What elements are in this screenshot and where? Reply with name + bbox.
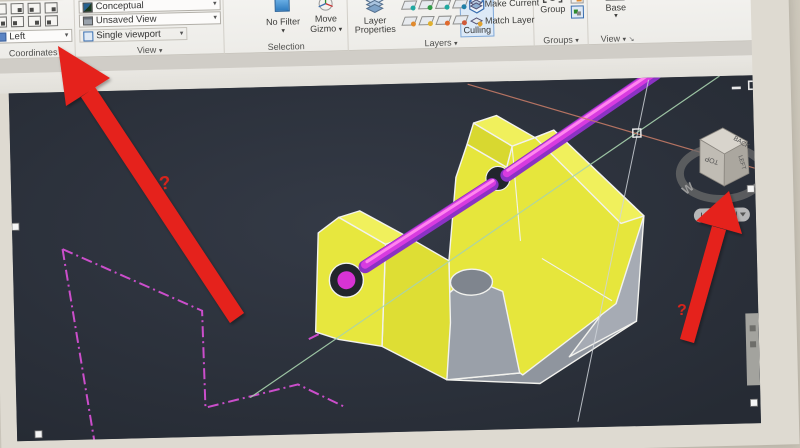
- visual-style-value: Conceptual: [95, 0, 144, 13]
- no-filter-cube-icon: [274, 0, 290, 12]
- panel-view: Conceptual ▾ Unsaved View ▾ Single viewp…: [74, 0, 225, 58]
- move-gizmo-button[interactable]: Move Gizmo ▾: [305, 0, 346, 41]
- layer-tool-icon[interactable]: [434, 0, 452, 10]
- view-name-dropdown[interactable]: Unsaved View ▾: [78, 11, 222, 28]
- layer-props-label-bottom: Properties: [354, 23, 396, 35]
- named-ucs-dropdown[interactable]: Left ▾: [0, 28, 73, 44]
- ucs-cube-icon: [0, 32, 7, 42]
- chevron-down-icon: ▾: [213, 14, 218, 22]
- chevron-down-icon: ▾: [179, 30, 184, 38]
- grip[interactable]: [750, 398, 758, 407]
- viewport-config-button[interactable]: Single viewport ▾: [79, 27, 188, 43]
- view-name-icon: [82, 16, 94, 26]
- view-name-value: Unsaved View: [95, 13, 157, 27]
- group-label: Group: [540, 3, 566, 15]
- make-current-icon: [469, 0, 483, 10]
- panel-label-view-create: View ▾ ↘: [600, 33, 635, 44]
- dialog-launcher-icon: ↘: [628, 36, 635, 44]
- layer-tool-icon[interactable]: [400, 0, 418, 11]
- layer-properties-icon: [365, 0, 384, 13]
- visual-style-icon: [82, 1, 93, 13]
- chevron-down-icon: ▾: [64, 31, 69, 40]
- ucs-dropdown-value: Left: [9, 30, 26, 43]
- layer-tool-icon[interactable]: [418, 15, 435, 27]
- chevron-down-icon: ▾: [212, 0, 217, 8]
- ucs-pill-label: Unnamed: [700, 210, 737, 221]
- viewport-config-value: Single viewport: [96, 28, 161, 42]
- move-gizmo-icon: [318, 0, 333, 11]
- ucs-icon[interactable]: [27, 2, 41, 14]
- layer-tool-icon[interactable]: [417, 0, 435, 11]
- ucs-icon[interactable]: [44, 2, 58, 14]
- panel-groups: Group Groups ▾: [533, 0, 589, 47]
- no-filter-button[interactable]: No Filter ▾: [262, 0, 303, 42]
- ucs-icon[interactable]: [10, 3, 24, 15]
- minimize-icon[interactable]: [731, 86, 741, 90]
- canvas: W S BACK TOP LEFT Unnamed: [8, 67, 768, 442]
- chevron-down-icon: ▾: [614, 12, 618, 20]
- chevron-down-icon: ▾: [454, 40, 458, 48]
- chevron-down-icon: ▾: [158, 47, 163, 55]
- grip[interactable]: [746, 184, 755, 193]
- model-space-viewport[interactable]: W S BACK TOP LEFT Unnamed: [8, 67, 768, 442]
- layer-tool-icon[interactable]: [435, 15, 452, 26]
- make-current-button[interactable]: Make Current: [485, 0, 540, 9]
- layer-properties-button[interactable]: Layer Properties: [350, 0, 399, 40]
- panel-selection: Culling No Filter ▾ Move Gizmo ▾ Selecti…: [223, 0, 495, 55]
- scrollbar[interactable]: [745, 313, 761, 386]
- layer-tool-icon[interactable]: [452, 15, 469, 26]
- layer-lock-icon[interactable]: [451, 0, 469, 10]
- ucs-icon[interactable]: [0, 16, 8, 28]
- chevron-down-icon: ▾: [338, 26, 343, 34]
- ucs-icon[interactable]: [27, 15, 42, 27]
- panel-layers: Layer Properties Make Current Match Laye…: [347, 0, 539, 52]
- ucs-icon[interactable]: [10, 16, 25, 28]
- match-layer-icon: [470, 17, 484, 27]
- panel-view-create: Base ▾ View ▾ ↘: [587, 0, 646, 45]
- base-view-icon: [605, 0, 625, 1]
- photo-of-screen: Left ▾ Coordinates Conceptual ▾ Unsaved …: [0, 0, 800, 448]
- panel-label-coordinates: Coordinates: [8, 47, 58, 59]
- chevron-down-icon: ▾: [281, 27, 286, 35]
- viewport-config-icon: [83, 30, 94, 42]
- autocad-window: Left ▾ Coordinates Conceptual ▾ Unsaved …: [0, 0, 800, 448]
- group-edit-icon[interactable]: [570, 0, 584, 4]
- scrollbar-glyph: [749, 341, 757, 348]
- ucs-icon[interactable]: [44, 15, 59, 27]
- match-layer-button[interactable]: Match Layer: [485, 15, 535, 26]
- group-button[interactable]: Group: [537, 0, 568, 19]
- gizmo-label-bottom: Gizmo ▾: [310, 23, 343, 35]
- scrollbar-glyph: [749, 325, 756, 332]
- chevron-down-icon: ▾: [622, 36, 627, 44]
- saddle-groove[interactable]: [449, 268, 494, 296]
- grip[interactable]: [11, 222, 20, 231]
- group-icon: [542, 0, 563, 4]
- panel-label-groups: Groups ▾: [543, 34, 579, 46]
- layer-tool-icon[interactable]: [401, 16, 418, 27]
- ungroup-icon[interactable]: [570, 5, 585, 19]
- panel-coordinates: Left ▾ Coordinates: [0, 0, 76, 60]
- ucs-icon[interactable]: [0, 3, 7, 15]
- chevron-down-icon: ▾: [575, 37, 579, 45]
- base-button[interactable]: Base ▾: [595, 0, 636, 28]
- grip[interactable]: [34, 430, 43, 439]
